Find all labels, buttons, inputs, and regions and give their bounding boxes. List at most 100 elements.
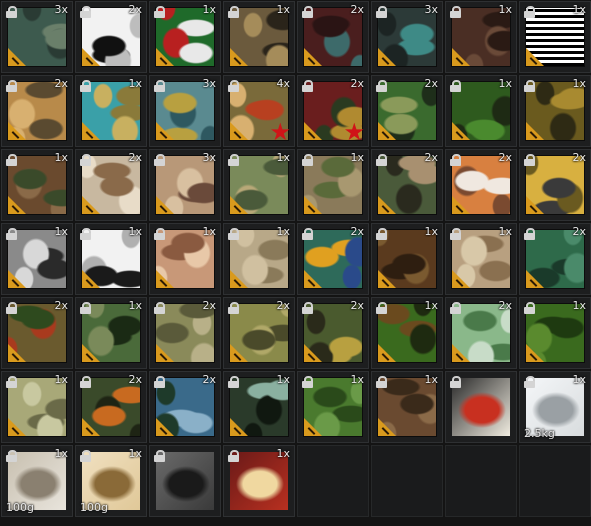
lock-icon bbox=[376, 376, 387, 388]
inventory-slot[interactable]: 1x bbox=[75, 75, 147, 147]
item-quantity: 1x bbox=[202, 225, 216, 238]
inventory-slot[interactable]: 2x bbox=[297, 223, 369, 295]
inventory-slot[interactable]: 2x bbox=[519, 149, 591, 221]
inventory-slot[interactable]: 2x bbox=[75, 149, 147, 221]
inventory-slot[interactable]: 1x 100g bbox=[75, 445, 147, 517]
item-weight: 100g bbox=[80, 501, 108, 514]
inventory-slot[interactable] bbox=[445, 371, 517, 443]
inventory-slot[interactable]: 3x bbox=[149, 75, 221, 147]
item-quantity: 3x bbox=[202, 77, 216, 90]
inventory-slot[interactable]: 3x bbox=[371, 1, 443, 73]
lock-icon bbox=[228, 6, 239, 18]
inventory-slot[interactable]: 1x bbox=[223, 371, 295, 443]
inventory-slot[interactable]: 2x bbox=[371, 75, 443, 147]
inventory-slot[interactable]: 2x bbox=[297, 297, 369, 369]
inventory-slot[interactable]: 1x bbox=[75, 297, 147, 369]
inventory-slot[interactable]: ★ 4x bbox=[223, 75, 295, 147]
lock-icon bbox=[6, 228, 17, 240]
item-quantity: 1x bbox=[276, 225, 290, 238]
inventory-slot[interactable]: 2x bbox=[149, 371, 221, 443]
inventory-slot[interactable]: 2x bbox=[445, 149, 517, 221]
lock-icon bbox=[228, 450, 239, 462]
lock-icon bbox=[376, 302, 387, 314]
item-quantity: 1x bbox=[498, 3, 512, 16]
item-quantity: 2x bbox=[424, 151, 438, 164]
item-quantity: 1x bbox=[350, 373, 364, 386]
inventory-slot[interactable]: 1x 100g bbox=[1, 445, 73, 517]
lock-icon bbox=[524, 228, 535, 240]
inventory-slot[interactable]: 1x bbox=[223, 223, 295, 295]
inventory-slot[interactable]: 1x bbox=[519, 297, 591, 369]
inventory-slot[interactable]: 1x bbox=[297, 371, 369, 443]
inventory-slot[interactable]: 1x bbox=[297, 149, 369, 221]
lock-icon bbox=[154, 154, 165, 166]
lock-icon bbox=[450, 80, 461, 92]
inventory-slot[interactable]: 1x bbox=[223, 149, 295, 221]
inventory-slot[interactable]: 1x bbox=[223, 445, 295, 517]
inventory-slot[interactable]: 1x bbox=[371, 297, 443, 369]
item-quantity: 2x bbox=[54, 299, 68, 312]
lock-icon bbox=[524, 6, 535, 18]
lock-icon bbox=[302, 80, 313, 92]
inventory-slot[interactable]: 3x bbox=[1, 1, 73, 73]
item-quantity: 2x bbox=[572, 151, 586, 164]
lock-icon bbox=[154, 6, 165, 18]
inventory-slot[interactable]: 1x bbox=[149, 223, 221, 295]
item-quantity: 3x bbox=[54, 3, 68, 16]
inventory-slot[interactable]: 1x bbox=[519, 1, 591, 73]
item-quantity: 2x bbox=[572, 225, 586, 238]
lock-icon bbox=[450, 228, 461, 240]
item-quantity: 1x bbox=[350, 151, 364, 164]
inventory-slot[interactable] bbox=[149, 445, 221, 517]
item-quantity: 2x bbox=[54, 77, 68, 90]
inventory-slot[interactable]: 1x bbox=[371, 223, 443, 295]
inventory-slot[interactable]: 1x bbox=[371, 371, 443, 443]
inventory-slot[interactable]: 2x bbox=[371, 149, 443, 221]
inventory-slot[interactable]: 2x bbox=[223, 297, 295, 369]
inventory-slot[interactable]: 1x bbox=[445, 75, 517, 147]
item-quantity: 1x bbox=[54, 373, 68, 386]
item-quantity: 1x bbox=[128, 447, 142, 460]
inventory-slot[interactable]: 2x bbox=[1, 75, 73, 147]
empty-inventory-slot bbox=[371, 445, 443, 517]
item-quantity: 1x bbox=[276, 447, 290, 460]
item-quantity: 2x bbox=[350, 299, 364, 312]
inventory-slot[interactable]: 1x bbox=[1, 223, 73, 295]
inventory-slot[interactable]: 2x bbox=[75, 1, 147, 73]
item-quantity: 1x bbox=[424, 373, 438, 386]
inventory-slot[interactable]: 1x bbox=[1, 371, 73, 443]
item-quantity: 2x bbox=[128, 3, 142, 16]
inventory-slot[interactable]: 2x bbox=[445, 297, 517, 369]
item-quantity: 2x bbox=[498, 151, 512, 164]
inventory-slot[interactable]: 1x bbox=[445, 223, 517, 295]
lock-icon bbox=[6, 154, 17, 166]
lock-icon bbox=[524, 376, 535, 388]
item-quantity: 1x bbox=[572, 3, 586, 16]
inventory-slot[interactable]: ★ 2x bbox=[297, 75, 369, 147]
inventory-slot[interactable]: 1x bbox=[1, 149, 73, 221]
item-quantity: 1x bbox=[424, 299, 438, 312]
lock-icon bbox=[450, 154, 461, 166]
inventory-slot[interactable]: 1x 2.5kg bbox=[519, 371, 591, 443]
lock-icon bbox=[80, 302, 91, 314]
inventory-slot[interactable]: 2x bbox=[75, 371, 147, 443]
inventory-slot[interactable]: 2x bbox=[149, 297, 221, 369]
lock-icon bbox=[154, 376, 165, 388]
item-quantity: 1x bbox=[128, 225, 142, 238]
inventory-slot[interactable]: 3x bbox=[149, 149, 221, 221]
inventory-slot[interactable]: 2x bbox=[297, 1, 369, 73]
lock-icon bbox=[376, 154, 387, 166]
inventory-slot[interactable]: 2x bbox=[1, 297, 73, 369]
inventory-slot[interactable]: 1x bbox=[75, 223, 147, 295]
item-quantity: 3x bbox=[424, 3, 438, 16]
item-quantity: 1x bbox=[276, 3, 290, 16]
item-quantity: 1x bbox=[54, 447, 68, 460]
lock-icon bbox=[80, 6, 91, 18]
inventory-slot[interactable]: 1x bbox=[519, 75, 591, 147]
inventory-slot[interactable]: 2x bbox=[519, 223, 591, 295]
lock-icon bbox=[450, 6, 461, 18]
inventory-slot[interactable]: 1x bbox=[149, 1, 221, 73]
inventory-slot[interactable]: 1x bbox=[223, 1, 295, 73]
inventory-slot[interactable]: 1x bbox=[445, 1, 517, 73]
lock-icon bbox=[302, 228, 313, 240]
